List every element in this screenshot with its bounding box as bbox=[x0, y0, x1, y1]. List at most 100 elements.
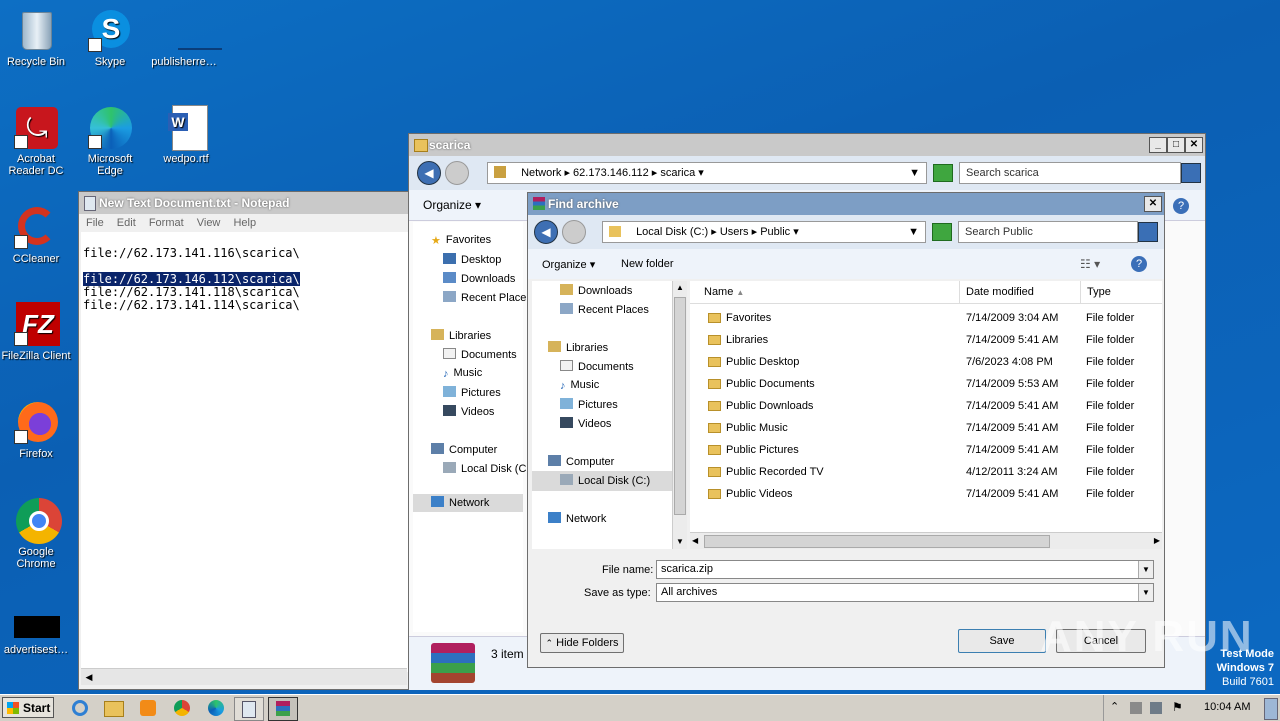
column-type[interactable]: Type bbox=[1081, 281, 1111, 303]
nav-local-disk[interactable]: Local Disk (C bbox=[443, 462, 526, 475]
explorer-title-bar[interactable]: scarica _ □ ✕ bbox=[409, 134, 1205, 156]
desktop-icon-edge[interactable]: Microsoft Edge bbox=[74, 105, 146, 177]
nav-pictures[interactable]: Pictures bbox=[560, 398, 618, 411]
nav-documents[interactable]: Documents bbox=[443, 348, 517, 361]
menu-help[interactable]: Help bbox=[233, 217, 256, 229]
nav-downloads[interactable]: Downloads bbox=[443, 272, 515, 285]
menu-edit[interactable]: Edit bbox=[117, 217, 136, 229]
file-row[interactable]: Libraries 7/14/2009 5:41 AM File folder bbox=[690, 329, 1146, 351]
explorer-taskbar-icon[interactable] bbox=[102, 697, 126, 719]
dialog-address-bar[interactable]: Local Disk (C:) ▸ Users ▸ Public ▾ ▼ bbox=[602, 221, 926, 243]
nav-music[interactable]: ♪ Music bbox=[560, 379, 599, 392]
maximize-button[interactable]: □ bbox=[1167, 137, 1185, 153]
tray-network-icon[interactable] bbox=[1150, 702, 1162, 714]
breadcrumb-public[interactable]: Public bbox=[760, 226, 790, 238]
desktop-icon-chrome[interactable]: Google Chrome bbox=[0, 498, 72, 570]
nav-network[interactable]: Network bbox=[548, 512, 606, 525]
notepad-text-area[interactable]: file://62.173.141.116\scarica\ file://62.… bbox=[81, 232, 411, 672]
file-row[interactable]: Public Music 7/14/2009 5:41 AM File folder bbox=[690, 417, 1146, 439]
nav-pictures[interactable]: Pictures bbox=[443, 386, 501, 399]
breadcrumb-ip[interactable]: 62.173.146.112 bbox=[573, 167, 649, 179]
menu-view[interactable]: View bbox=[197, 217, 221, 229]
ie-taskbar-icon[interactable] bbox=[68, 697, 92, 719]
desktop-icon-ccleaner[interactable]: CCleaner bbox=[0, 205, 72, 265]
address-dropdown-icon[interactable]: ▼ bbox=[908, 222, 919, 242]
notepad-hscrollbar[interactable]: ◀ bbox=[81, 668, 407, 685]
taskbar-clock[interactable]: 10:04 AM bbox=[1204, 701, 1250, 713]
desktop-icon-acrobat[interactable]: ⤿ Acrobat Reader DC bbox=[0, 105, 72, 177]
show-desktop-button[interactable] bbox=[1264, 698, 1278, 720]
desktop-icon-firefox[interactable]: Firefox bbox=[0, 400, 72, 460]
explorer-search-input[interactable]: Search scarica bbox=[959, 162, 1181, 184]
file-row[interactable]: Public Pictures 7/14/2009 5:41 AM File fol… bbox=[690, 439, 1146, 461]
dialog-organize-button[interactable]: Organize ▾ bbox=[542, 258, 595, 271]
nav-documents[interactable]: Documents bbox=[560, 360, 634, 373]
chrome-taskbar-icon[interactable] bbox=[170, 697, 194, 719]
dialog-search-input[interactable]: Search Public bbox=[958, 221, 1138, 243]
start-button[interactable]: Start bbox=[2, 697, 54, 718]
dialog-close-button[interactable]: ✕ bbox=[1144, 196, 1162, 212]
scroll-up-arrow[interactable]: ▲ bbox=[673, 281, 687, 295]
hide-folders-button[interactable]: ⌃ Hide Folders bbox=[540, 633, 624, 653]
search-icon[interactable] bbox=[1181, 163, 1201, 183]
breadcrumb-local-disk[interactable]: Local Disk (C:) bbox=[636, 226, 708, 238]
edge-taskbar-icon[interactable] bbox=[204, 697, 228, 719]
tray-flag-icon[interactable]: ⚑ bbox=[1172, 700, 1183, 714]
nav-libraries[interactable]: Libraries bbox=[548, 341, 608, 354]
nav-videos[interactable]: Videos bbox=[560, 417, 611, 430]
close-button[interactable]: ✕ bbox=[1185, 137, 1203, 153]
scroll-thumb[interactable] bbox=[674, 297, 686, 515]
nav-libraries[interactable]: Libraries bbox=[431, 329, 491, 342]
tray-app-icon[interactable] bbox=[1130, 702, 1142, 714]
desktop-icon-advertisest[interactable]: advertisest… bbox=[0, 608, 72, 656]
dialog-search-icon[interactable] bbox=[1138, 222, 1158, 242]
file-row[interactable]: Public Desktop 7/6/2023 4:08 PM File folde… bbox=[690, 351, 1146, 373]
file-name-input[interactable]: scarica.zip ▼ bbox=[656, 560, 1154, 579]
help-icon[interactable]: ? bbox=[1173, 198, 1189, 214]
column-date-modified[interactable]: Date modified bbox=[960, 281, 1081, 303]
desktop-icon-recycle-bin[interactable]: Recycle Bin bbox=[0, 8, 72, 68]
nav-vscrollbar[interactable]: ▲ ▼ bbox=[672, 281, 687, 549]
breadcrumb-network[interactable]: Network bbox=[521, 167, 561, 179]
desktop-icon-skype[interactable]: S Skype bbox=[74, 8, 146, 68]
dialog-title-bar[interactable]: Find archive ✕ bbox=[528, 193, 1164, 215]
tray-expand-icon[interactable]: ⌃ bbox=[1110, 700, 1119, 713]
new-folder-button[interactable]: New folder bbox=[621, 258, 674, 270]
find-archive-dialog[interactable]: Find archive ✕ ◀ Local Disk (C:) ▸ Users… bbox=[527, 192, 1165, 668]
save-as-type-select[interactable]: All archives ▼ bbox=[656, 583, 1154, 602]
nav-downloads[interactable]: Downloads bbox=[560, 284, 632, 297]
address-dropdown-icon[interactable]: ▼ bbox=[909, 163, 920, 183]
dialog-help-icon[interactable]: ? bbox=[1131, 256, 1147, 272]
dialog-back-button[interactable]: ◀ bbox=[534, 220, 558, 244]
notepad-title-bar[interactable]: New Text Document.txt - Notepad bbox=[79, 192, 417, 214]
view-options-icon[interactable]: ☷ ▾ bbox=[1080, 257, 1100, 271]
scroll-down-arrow[interactable]: ▼ bbox=[673, 535, 687, 549]
nav-recent-places[interactable]: Recent Place bbox=[443, 291, 526, 304]
nav-recent-places[interactable]: Recent Places bbox=[560, 303, 649, 316]
scroll-left-arrow[interactable]: ◀ bbox=[692, 533, 698, 549]
file-row[interactable]: Public Videos 7/14/2009 5:41 AM File folde… bbox=[690, 483, 1146, 505]
breadcrumb-scarica[interactable]: scarica bbox=[660, 167, 695, 179]
nav-videos[interactable]: Videos bbox=[443, 405, 494, 418]
desktop-icon-filezilla[interactable]: FZ FileZilla Client bbox=[0, 302, 72, 362]
column-name[interactable]: Name ▲ bbox=[690, 281, 960, 304]
nav-desktop[interactable]: Desktop bbox=[443, 253, 501, 266]
nav-computer[interactable]: Computer bbox=[548, 455, 614, 468]
desktop-icon-publisher[interactable]: publisherre… bbox=[148, 8, 222, 68]
file-row[interactable]: Favorites 7/14/2009 3:04 AM File folder bbox=[690, 307, 1146, 329]
refresh-button[interactable] bbox=[933, 164, 953, 182]
winrar-taskbar-icon[interactable] bbox=[268, 697, 298, 721]
dialog-forward-button[interactable] bbox=[562, 220, 586, 244]
file-row[interactable]: Public Downloads 7/14/2009 5:41 AM File fo… bbox=[690, 395, 1146, 417]
notepad-taskbar-icon[interactable] bbox=[234, 697, 264, 721]
explorer-organize-button[interactable]: Organize ▾ bbox=[423, 198, 481, 212]
scroll-left-arrow[interactable]: ◀ bbox=[81, 669, 97, 685]
scroll-right-arrow[interactable]: ▶ bbox=[1154, 533, 1160, 549]
menu-format[interactable]: Format bbox=[149, 217, 184, 229]
file-row[interactable]: Public Recorded TV 4/12/2011 3:24 AM File … bbox=[690, 461, 1146, 483]
nav-computer[interactable]: Computer bbox=[431, 443, 497, 456]
back-button[interactable]: ◀ bbox=[417, 161, 441, 185]
file-list-hscrollbar[interactable]: ◀ ▶ bbox=[690, 532, 1162, 549]
dialog-refresh-button[interactable] bbox=[932, 223, 952, 241]
nav-local-disk-selected[interactable]: Local Disk (C:) bbox=[532, 471, 672, 491]
